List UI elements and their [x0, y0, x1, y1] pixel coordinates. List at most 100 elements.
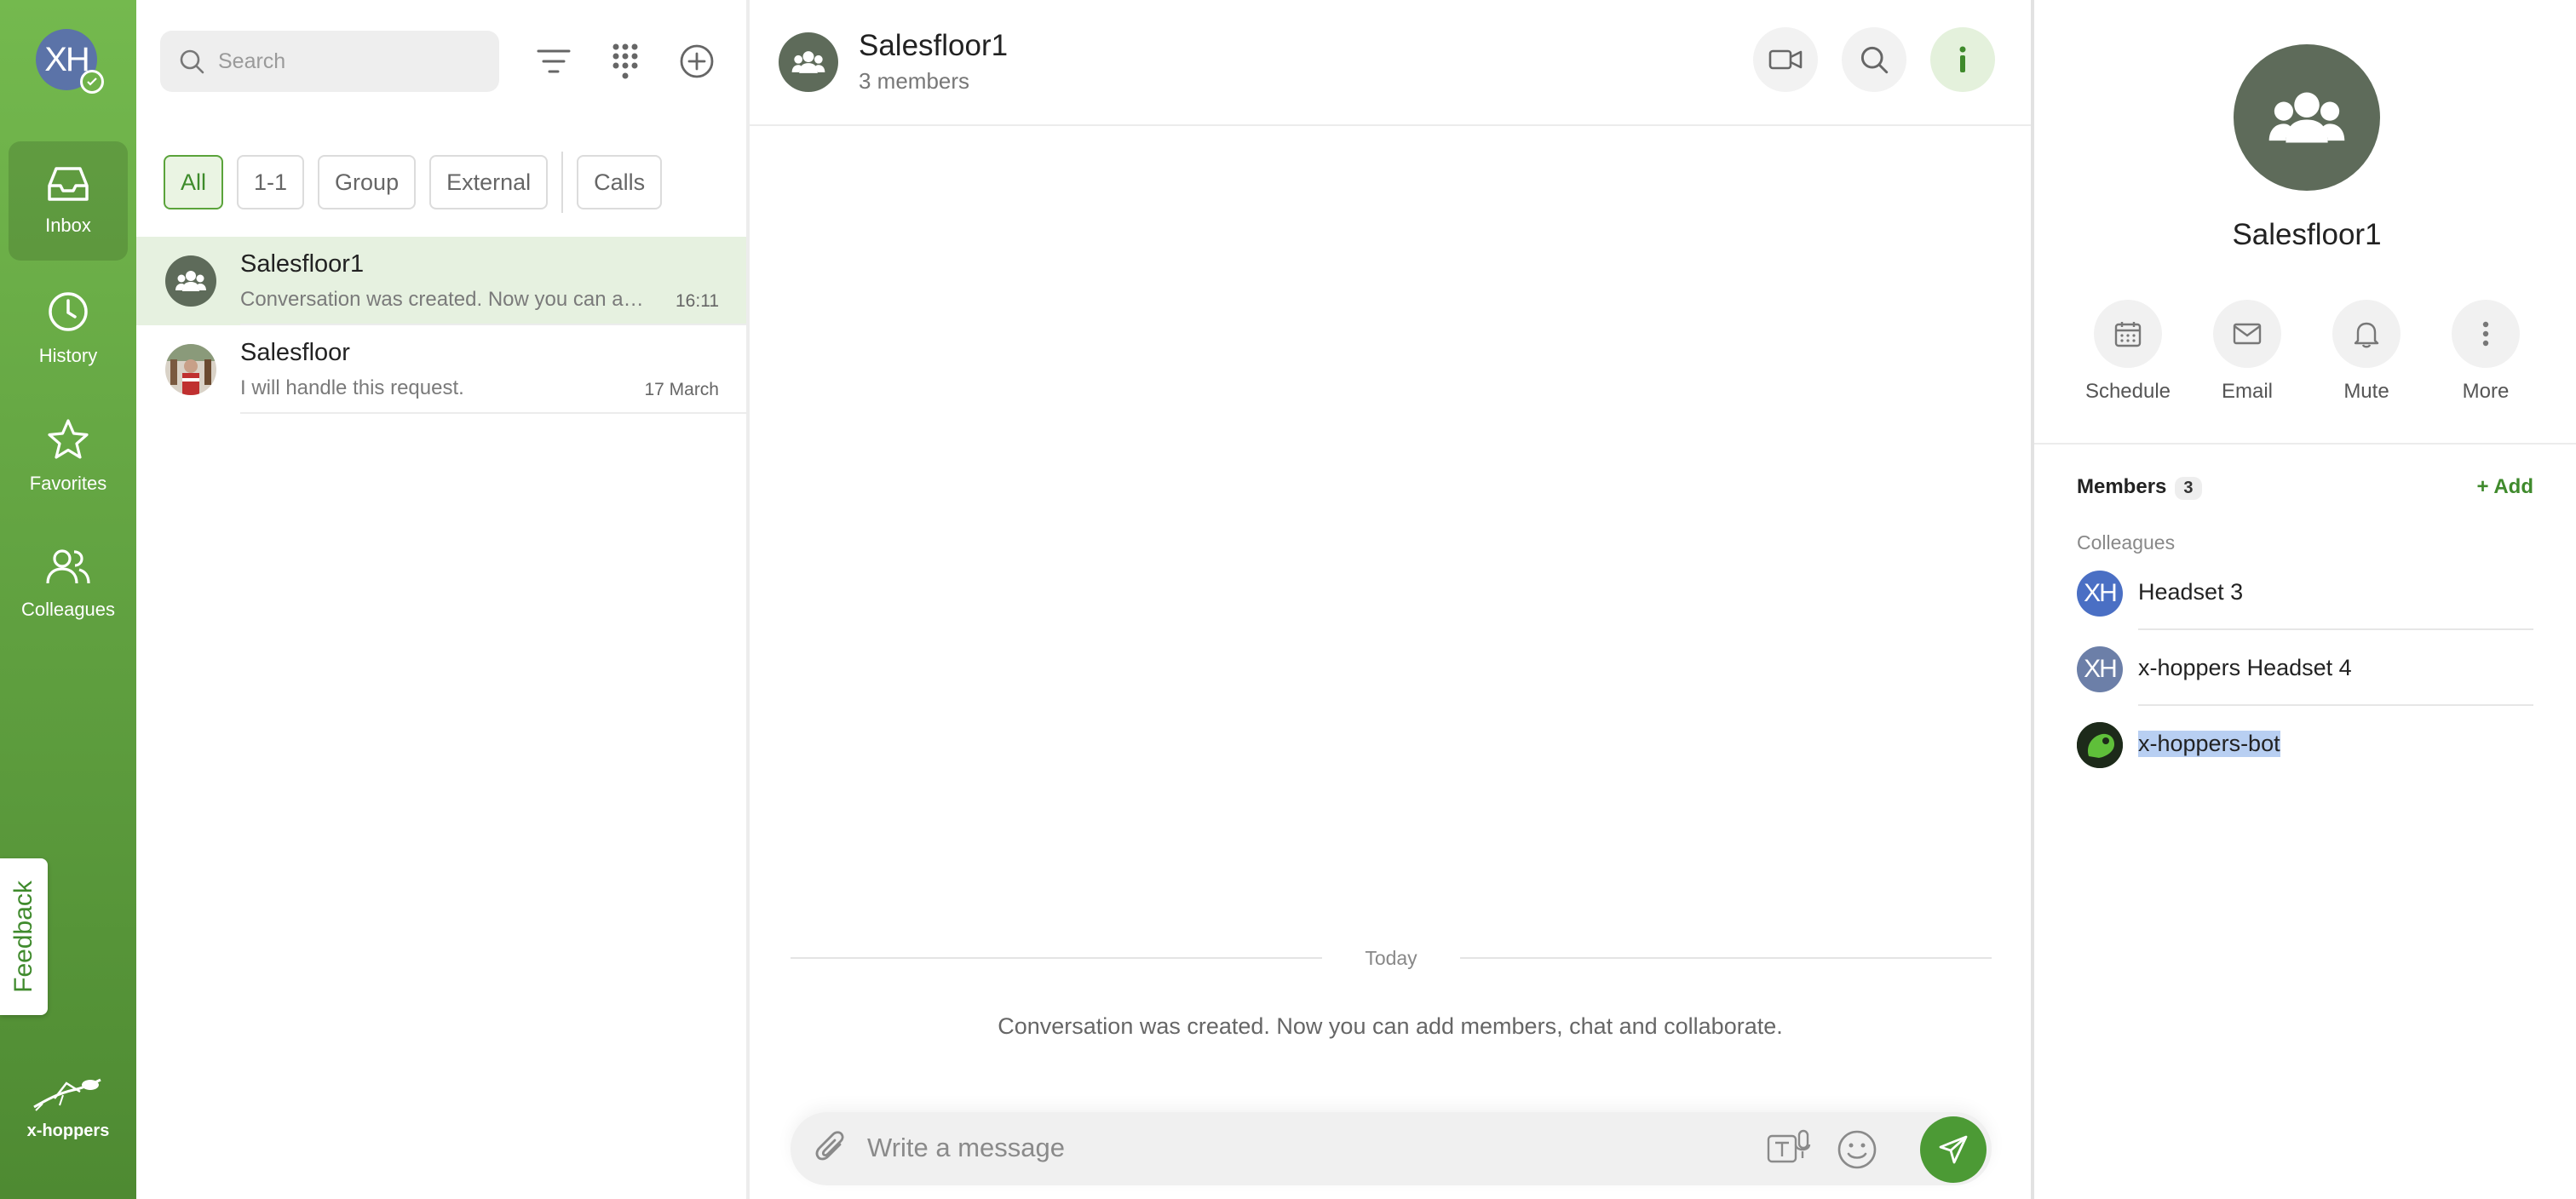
- chat-title: Salesfloor1: [859, 29, 1009, 62]
- search-input[interactable]: Search: [160, 31, 499, 92]
- feedback-tab[interactable]: Feedback: [0, 858, 48, 1015]
- members-label: Members: [2077, 475, 2167, 498]
- search-icon: [180, 49, 204, 74]
- conversation-list-pane: Search All 1-1 Group External Calls Sale…: [136, 0, 750, 1199]
- member-avatar: XH: [2077, 646, 2123, 692]
- email-action[interactable]: Email: [2196, 300, 2298, 404]
- voice-to-text-button[interactable]: [1767, 1129, 1811, 1173]
- star-icon: [48, 419, 89, 459]
- schedule-action[interactable]: Schedule: [2077, 300, 2179, 404]
- nav-favorites-label: Favorites: [29, 473, 107, 494]
- brand-logo: x-hoppers: [0, 1075, 136, 1141]
- member-name: x-hoppers-bot: [2138, 731, 2280, 757]
- members-heading: Members 3: [2077, 475, 2202, 500]
- dialpad-button[interactable]: [601, 37, 649, 85]
- nav-colleagues-label: Colleagues: [20, 599, 116, 620]
- date-separator-label: Today: [1365, 946, 1417, 969]
- member-name: Headset 3: [2138, 579, 2244, 605]
- nav-inbox-label: Inbox: [45, 215, 91, 236]
- details-group-avatar: [2234, 44, 2380, 191]
- filter-external[interactable]: External: [429, 155, 549, 209]
- members-group-label: Colleagues: [2077, 531, 2176, 554]
- new-conversation-button[interactable]: [673, 37, 721, 85]
- plus-circle-icon: [680, 44, 714, 78]
- send-icon: [1939, 1135, 1968, 1164]
- feedback-label: Feedback: [9, 881, 37, 993]
- conversation-preview: I will handle this request.: [240, 376, 464, 399]
- presence-status-icon: [80, 70, 104, 94]
- filter-group[interactable]: Group: [318, 155, 417, 209]
- chat-header: Salesfloor1 3 members: [750, 0, 2031, 126]
- message-composer[interactable]: Write a message: [791, 1112, 1992, 1185]
- bell-icon: [2354, 322, 2379, 348]
- mail-icon: [2233, 323, 2262, 345]
- video-icon: [1768, 49, 1803, 70]
- more-vertical-icon: [2482, 321, 2489, 347]
- member-name: x-hoppers Headset 4: [2138, 655, 2352, 680]
- conversation-item[interactable]: Salesfloor I will handle this request. 1…: [136, 325, 746, 414]
- search-placeholder: Search: [218, 49, 286, 73]
- chat-member-count[interactable]: 3 members: [859, 68, 969, 95]
- conversation-title: Salesfloor: [240, 339, 350, 366]
- search-icon: [1860, 46, 1889, 74]
- add-member-button[interactable]: + Add: [2477, 475, 2533, 499]
- members-count-badge: 3: [2175, 477, 2202, 500]
- filter-calls[interactable]: Calls: [577, 155, 663, 209]
- group-avatar: [165, 255, 216, 307]
- more-label: More: [2462, 380, 2510, 403]
- user-initials: XH: [44, 40, 90, 78]
- video-call-button[interactable]: [1753, 27, 1818, 92]
- message-input[interactable]: Write a message: [867, 1133, 1065, 1163]
- group-icon: [175, 271, 206, 291]
- conversation-time: 17 March: [644, 380, 719, 399]
- details-panel: Salesfloor1 Schedule Email Mute More Mem…: [2031, 0, 2576, 1199]
- member-item[interactable]: x-hoppers-bot: [2077, 705, 2533, 782]
- attach-button[interactable]: [814, 1131, 848, 1171]
- nav-favorites[interactable]: Favorites: [9, 397, 128, 516]
- send-button[interactable]: [1920, 1116, 1987, 1183]
- bot-avatar: [2077, 722, 2123, 768]
- clock-icon: [49, 292, 88, 331]
- row-divider: [240, 412, 746, 414]
- filter-all[interactable]: All: [164, 155, 224, 209]
- conversation-avatar: [165, 344, 216, 395]
- conversation-preview: Conversation was created. Now you can ad…: [240, 288, 649, 311]
- left-nav: XH Inbox History Favorites Colleagues Fe…: [0, 0, 136, 1199]
- filter-chips: All 1-1 Group External Calls: [164, 152, 676, 213]
- chat-group-avatar: [779, 32, 838, 92]
- chat-pane: Salesfloor1 3 members Today Conversation…: [750, 0, 2031, 1199]
- nav-history[interactable]: History: [9, 269, 128, 388]
- member-avatar: XH: [2077, 571, 2123, 617]
- conversation-title: Salesfloor1: [240, 250, 365, 278]
- system-message: Conversation was created. Now you can ad…: [998, 1013, 1783, 1039]
- grasshopper-bot-icon: [2077, 722, 2123, 768]
- people-icon: [46, 549, 90, 584]
- mute-action[interactable]: Mute: [2315, 300, 2418, 404]
- paperclip-icon: [815, 1131, 844, 1161]
- nav-inbox[interactable]: Inbox: [9, 141, 128, 261]
- speech-to-text-icon: [1767, 1129, 1811, 1163]
- details-title: Salesfloor1: [2232, 218, 2382, 251]
- schedule-label: Schedule: [2084, 380, 2171, 403]
- email-label: Email: [2221, 380, 2273, 403]
- member-item[interactable]: XH x-hoppers Headset 4: [2077, 629, 2533, 706]
- group-icon: [2268, 92, 2345, 143]
- grasshopper-logo-icon: [33, 1078, 101, 1111]
- conversation-time: 16:11: [676, 291, 719, 311]
- mute-label: Mute: [2343, 380, 2389, 403]
- emoji-button[interactable]: [1837, 1129, 1877, 1174]
- date-separator: Today: [791, 945, 1992, 971]
- conversation-item[interactable]: Salesfloor1 Conversation was created. No…: [136, 237, 746, 325]
- more-action[interactable]: More: [2435, 300, 2537, 404]
- search-chat-button[interactable]: [1842, 27, 1906, 92]
- member-item[interactable]: XH Headset 3: [2077, 554, 2533, 630]
- filter-one-to-one[interactable]: 1-1: [237, 155, 305, 209]
- nav-history-label: History: [38, 345, 98, 366]
- info-button[interactable]: [1930, 27, 1995, 92]
- calendar-icon: [2114, 322, 2142, 347]
- filter-icon: [537, 49, 571, 73]
- filter-button[interactable]: [530, 37, 578, 85]
- inbox-icon: [48, 167, 89, 201]
- dialpad-icon: [612, 43, 638, 79]
- nav-colleagues[interactable]: Colleagues: [9, 525, 128, 644]
